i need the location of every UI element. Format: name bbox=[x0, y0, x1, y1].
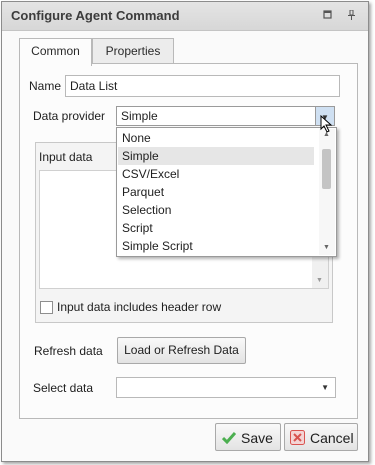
configure-agent-command-dialog: Configure Agent Command Common Propertie… bbox=[1, 1, 369, 462]
header-row-label: Input data includes header row bbox=[57, 300, 222, 314]
name-input[interactable]: Data List bbox=[65, 75, 340, 97]
select-data-label: Select data bbox=[33, 381, 94, 395]
scroll-down-icon[interactable]: ▼ bbox=[323, 244, 330, 251]
data-provider-value: Simple bbox=[121, 109, 158, 123]
dropdown-option-none[interactable]: None bbox=[118, 129, 314, 147]
dropdown-option-csv-excel[interactable]: CSV/Excel bbox=[118, 165, 314, 183]
dialog-title: Configure Agent Command bbox=[11, 8, 180, 23]
header-row-checkbox[interactable] bbox=[40, 301, 53, 314]
select-data-dropdown[interactable]: ▼ bbox=[116, 377, 336, 398]
tab-common[interactable]: Common bbox=[19, 38, 92, 66]
dropdown-option-simple-script[interactable]: Simple Script bbox=[118, 237, 314, 255]
scrollbar-thumb[interactable] bbox=[322, 149, 331, 189]
cancel-button[interactable]: Cancel bbox=[284, 423, 358, 451]
input-data-label: Input data bbox=[39, 150, 93, 164]
dropdown-option-selection[interactable]: Selection bbox=[118, 201, 314, 219]
dropdown-scrollbar[interactable]: ▲ ▼ bbox=[319, 129, 335, 255]
cancel-button-label: Cancel bbox=[310, 430, 354, 446]
tab-properties-label: Properties bbox=[105, 44, 161, 58]
title-bar[interactable]: Configure Agent Command bbox=[2, 2, 368, 31]
data-provider-dropdown-list: None Simple CSV/Excel Parquet Selection … bbox=[116, 127, 337, 257]
refresh-data-label: Refresh data bbox=[34, 344, 103, 358]
save-button-label: Save bbox=[241, 430, 273, 446]
dropdown-option-simple[interactable]: Simple bbox=[118, 147, 314, 165]
dropdown-option-parquet[interactable]: Parquet bbox=[118, 183, 314, 201]
close-icon bbox=[290, 430, 305, 445]
load-refresh-button-label: Load or Refresh Data bbox=[124, 343, 239, 357]
check-icon bbox=[222, 432, 236, 444]
scroll-down-icon[interactable]: ▼ bbox=[316, 277, 323, 284]
tab-properties[interactable]: Properties bbox=[92, 38, 174, 64]
load-refresh-button[interactable]: Load or Refresh Data bbox=[117, 337, 246, 364]
chevron-down-icon[interactable]: ▼ bbox=[321, 378, 329, 398]
tab-common-label: Common bbox=[31, 44, 80, 58]
data-provider-select[interactable]: Simple ▼ bbox=[116, 106, 335, 126]
mouse-cursor-icon bbox=[320, 115, 333, 133]
name-label: Name bbox=[29, 79, 62, 93]
data-provider-label: Data provider bbox=[33, 109, 106, 123]
restore-icon[interactable] bbox=[322, 10, 332, 20]
save-button[interactable]: Save bbox=[215, 423, 281, 451]
pin-icon[interactable] bbox=[346, 9, 356, 20]
dropdown-option-script[interactable]: Script bbox=[118, 219, 314, 237]
